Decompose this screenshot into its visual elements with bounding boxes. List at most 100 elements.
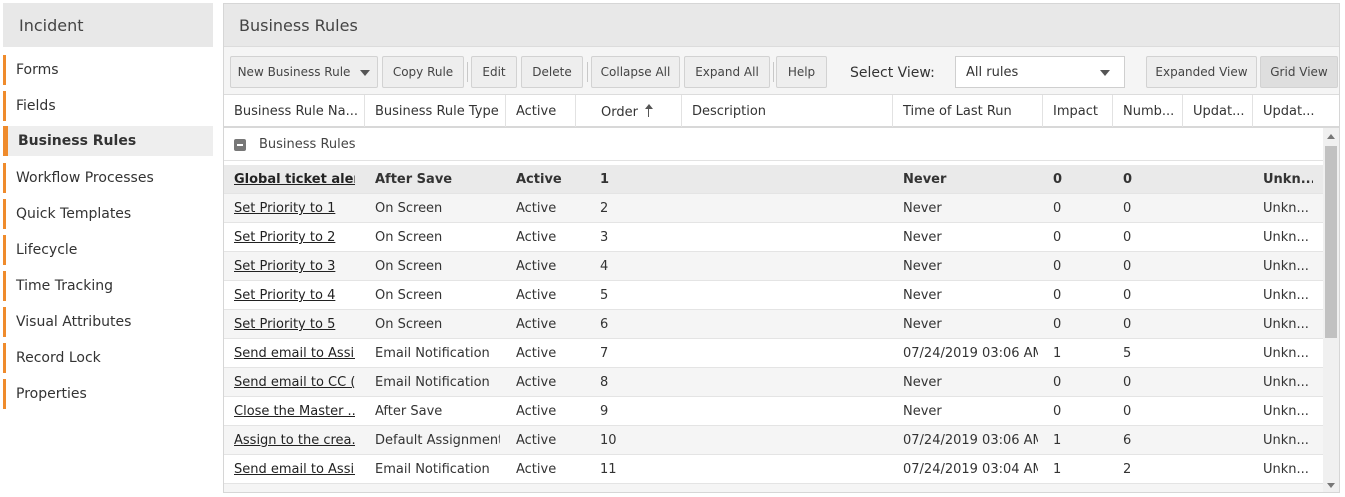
cell-order: 6 <box>600 317 609 332</box>
table-row[interactable]: Set Priority to 3 On Screen Active 4 Never 0 0… <box>224 252 1323 281</box>
column-header-updated-1[interactable]: Updat... <box>1183 95 1253 127</box>
main-panel: Business Rules New Business Rule Copy Ru… <box>223 3 1340 493</box>
table-row[interactable]: Send email to Assi... Email Notification A… <box>224 455 1323 484</box>
delete-button[interactable]: Delete <box>521 56 583 88</box>
help-button[interactable]: Help <box>776 56 827 88</box>
table-row[interactable]: Assign to the crea... Default Assignment A… <box>224 426 1323 455</box>
cell-name[interactable]: Close the Master ... <box>234 404 355 419</box>
sidebar-item-business-rules[interactable]: Business Rules <box>3 126 213 156</box>
table-row[interactable]: Set Priority to 4 On Screen Active 5 Never 0 0… <box>224 281 1323 310</box>
cell-name[interactable]: Send email to CC (... <box>234 375 355 390</box>
sidebar-item-workflow-processes[interactable]: Workflow Processes <box>3 163 213 193</box>
cell-impact: 1 <box>1053 462 1062 477</box>
cell-number: 0 <box>1123 404 1132 419</box>
cell-active: Active <box>516 462 557 477</box>
cell-impact: 0 <box>1053 317 1062 332</box>
scroll-down-icon[interactable] <box>1327 483 1335 488</box>
column-header-order[interactable]: Order <box>576 95 682 127</box>
cell-number: 5 <box>1123 346 1132 361</box>
sidebar: Incident Forms Fields Business Rules Wor… <box>0 0 216 497</box>
cell-number: 0 <box>1123 230 1132 245</box>
copy-rule-button[interactable]: Copy Rule <box>382 56 464 88</box>
cell-active: Active <box>516 375 557 390</box>
cell-impact: 0 <box>1053 375 1062 390</box>
table-row[interactable]: Send email to Assi... Email Notification A… <box>224 339 1323 368</box>
cell-name[interactable]: Send email to Assi... <box>234 346 355 361</box>
table-row[interactable]: Global ticket alert After Save Active 1 Neve… <box>224 165 1323 194</box>
cell-name[interactable]: Set Priority to 1 <box>234 201 355 216</box>
column-header-name[interactable]: Business Rule Na... <box>224 95 365 127</box>
column-header-number[interactable]: Numb... <box>1113 95 1183 127</box>
cell-last-run: Never <box>903 375 942 390</box>
sort-ascending-icon <box>644 104 654 117</box>
table-row[interactable]: Send email to CC (... Email Notification A… <box>224 484 1323 492</box>
group-row[interactable]: Business Rules <box>224 128 1323 161</box>
cell-name[interactable]: Set Priority to 2 <box>234 230 355 245</box>
column-header-updated-2[interactable]: Updat... <box>1253 95 1339 127</box>
cell-updated-2: Unkn... <box>1263 346 1309 361</box>
collapse-group-icon[interactable] <box>234 139 246 151</box>
column-header-description[interactable]: Description <box>682 95 893 127</box>
grid-header: Business Rule Na... Business Rule Type A… <box>224 94 1339 128</box>
cell-updated-2: Unkn... <box>1263 375 1309 390</box>
cell-last-run: 07/24/2019 03:06 AM <box>903 433 1038 448</box>
toolbar: New Business Rule Copy Rule Edit Delete … <box>224 46 1339 94</box>
cell-updated-2: Unkn... <box>1263 404 1309 419</box>
cell-name[interactable]: Set Priority to 3 <box>234 259 355 274</box>
table-row[interactable]: Close the Master ... After Save Active 9 Nev… <box>224 397 1323 426</box>
collapse-all-button[interactable]: Collapse All <box>591 56 680 88</box>
scrollbar-thumb[interactable] <box>1325 146 1337 338</box>
sidebar-item-properties[interactable]: Properties <box>3 379 213 409</box>
cell-last-run: Never <box>903 317 942 332</box>
table-row[interactable]: Set Priority to 5 On Screen Active 6 Never 0 0… <box>224 310 1323 339</box>
sidebar-item-forms[interactable]: Forms <box>3 55 213 85</box>
sidebar-item-record-lock[interactable]: Record Lock <box>3 343 213 373</box>
cell-type: On Screen <box>375 230 443 245</box>
toolbar-divider <box>587 62 588 82</box>
sidebar-item-visual-attributes[interactable]: Visual Attributes <box>3 307 213 337</box>
page-title: Business Rules <box>224 4 1339 46</box>
table-row[interactable]: Send email to CC (... Email Notification A… <box>224 368 1323 397</box>
cell-name[interactable]: Assign to the crea... <box>234 433 355 448</box>
select-view-value: All rules <box>966 65 1019 80</box>
sidebar-item-fields[interactable]: Fields <box>3 91 213 121</box>
cell-name[interactable]: Global ticket alert <box>234 172 355 187</box>
cell-impact: 0 <box>1053 259 1062 274</box>
column-header-last-run[interactable]: Time of Last Run <box>893 95 1043 127</box>
cell-active: Active <box>516 346 557 361</box>
cell-name[interactable]: Set Priority to 4 <box>234 288 355 303</box>
sidebar-item-time-tracking[interactable]: Time Tracking <box>3 271 213 301</box>
table-row[interactable]: Set Priority to 2 On Screen Active 3 Never 0 0… <box>224 223 1323 252</box>
cell-order: 5 <box>600 288 609 303</box>
cell-name[interactable]: Send email to Assi... <box>234 462 355 477</box>
cell-number: 0 <box>1123 491 1178 492</box>
column-header-type[interactable]: Business Rule Type <box>365 95 506 127</box>
expand-all-button[interactable]: Expand All <box>684 56 770 88</box>
cell-type: Email Notification <box>375 346 490 361</box>
cell-type: On Screen <box>375 317 443 332</box>
cell-last-run: Never <box>903 259 942 274</box>
table-row[interactable]: Set Priority to 1 On Screen Active 2 Never 0 0… <box>224 194 1323 223</box>
group-label: Business Rules <box>259 137 356 152</box>
cell-active: Active <box>516 172 562 187</box>
column-header-impact[interactable]: Impact <box>1043 95 1113 127</box>
cell-number: 0 <box>1123 259 1132 274</box>
column-header-active[interactable]: Active <box>506 95 576 127</box>
sidebar-item-quick-templates[interactable]: Quick Templates <box>3 199 213 229</box>
grid-view-button[interactable]: Grid View <box>1260 56 1338 88</box>
edit-button[interactable]: Edit <box>471 56 517 88</box>
cell-type: Email Notification <box>375 375 490 390</box>
scroll-up-icon[interactable] <box>1327 134 1335 139</box>
sidebar-item-lifecycle[interactable]: Lifecycle <box>3 235 213 265</box>
cell-name[interactable]: Send email to CC (... <box>234 491 355 492</box>
cell-active: Active <box>516 259 557 274</box>
new-business-rule-button[interactable]: New Business Rule <box>230 56 378 88</box>
cell-last-run: Never <box>903 288 942 303</box>
cell-number: 0 <box>1123 375 1132 390</box>
cell-name[interactable]: Set Priority to 5 <box>234 317 355 332</box>
cell-updated-2: Unkn... <box>1263 201 1309 216</box>
cell-impact: 0 <box>1053 201 1062 216</box>
vertical-scrollbar[interactable] <box>1323 128 1339 492</box>
expanded-view-button[interactable]: Expanded View <box>1146 56 1257 88</box>
select-view-dropdown[interactable]: All rules <box>955 56 1125 88</box>
